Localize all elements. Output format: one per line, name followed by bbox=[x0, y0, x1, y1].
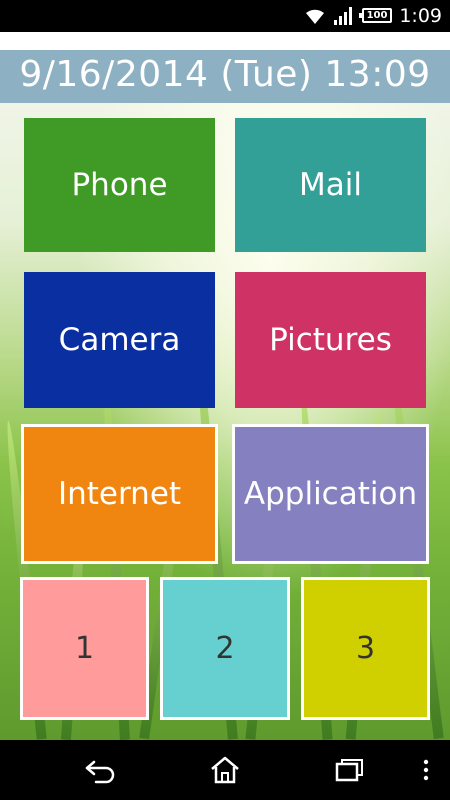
tile-camera-label: Camera bbox=[58, 322, 181, 358]
wifi-icon bbox=[306, 9, 324, 24]
status-time: 1:09 bbox=[399, 5, 442, 27]
tile-application-label: Application bbox=[243, 476, 418, 512]
tile-shortcut-1-label: 1 bbox=[74, 631, 95, 666]
back-icon[interactable] bbox=[82, 754, 118, 786]
tile-camera[interactable]: Camera bbox=[24, 272, 215, 408]
tile-pictures[interactable]: Pictures bbox=[235, 272, 426, 408]
home-icon[interactable] bbox=[207, 754, 243, 786]
date-time-text: 9/16/2014 (Tue) 13:09 bbox=[19, 54, 431, 95]
battery-indicator: 100 bbox=[359, 8, 392, 23]
tile-application[interactable]: Application bbox=[232, 424, 429, 564]
tile-internet-label: Internet bbox=[57, 476, 182, 512]
navigation-bar bbox=[0, 740, 450, 800]
tile-shortcut-2-label: 2 bbox=[215, 631, 235, 666]
recent-apps-icon[interactable] bbox=[331, 754, 367, 786]
tile-shortcut-3-label: 3 bbox=[355, 631, 376, 666]
tile-phone[interactable]: Phone bbox=[24, 118, 215, 252]
tile-shortcut-1[interactable]: 1 bbox=[20, 577, 149, 720]
tile-internet[interactable]: Internet bbox=[21, 424, 218, 564]
tile-mail-label: Mail bbox=[299, 167, 362, 203]
tile-phone-label: Phone bbox=[71, 167, 168, 203]
signal-icon bbox=[334, 7, 352, 25]
tile-shortcut-2[interactable]: 2 bbox=[160, 577, 290, 720]
date-bar: 9/16/2014 (Tue) 13:09 bbox=[0, 50, 450, 103]
overflow-menu-icon[interactable] bbox=[420, 754, 432, 786]
tile-mail[interactable]: Mail bbox=[235, 118, 426, 252]
tile-shortcut-3[interactable]: 3 bbox=[301, 577, 430, 720]
tile-pictures-label: Pictures bbox=[269, 322, 392, 358]
status-bar: 100 1:09 bbox=[0, 0, 450, 32]
